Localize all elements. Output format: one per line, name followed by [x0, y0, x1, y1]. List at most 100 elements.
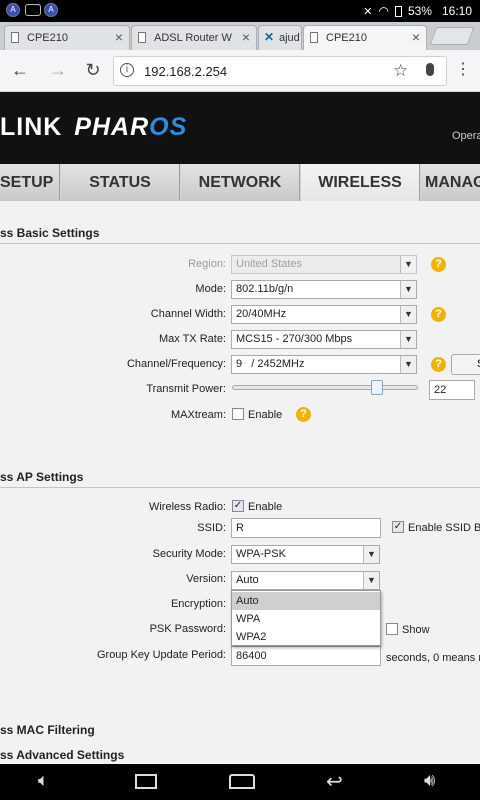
channel-width-value: 20/40MHz	[236, 308, 287, 320]
close-icon[interactable]: ×	[412, 29, 420, 45]
menu-icon[interactable]: ⋮	[452, 59, 474, 81]
recent-apps-icon[interactable]	[135, 774, 157, 789]
section-title-mac-filtering[interactable]: ss MAC Filtering	[0, 723, 95, 737]
group-key-input[interactable]: 86400	[231, 646, 381, 666]
tx-power-slider-handle[interactable]	[371, 380, 384, 395]
max-tx-select[interactable]: MCS15 - 270/300 Mbps ▼	[231, 330, 417, 349]
group-key-suffix: seconds, 0 means n	[386, 652, 480, 664]
divider	[0, 487, 480, 488]
volume-down-icon[interactable]: 🔈︎	[38, 770, 49, 791]
back-nav-icon[interactable]: ↩	[326, 769, 343, 794]
max-tx-label: Max TX Rate:	[158, 333, 226, 345]
wireless-radio-label: Wireless Radio:	[148, 501, 226, 513]
chevron-down-icon: ▼	[400, 306, 416, 323]
dropdown-option-wpa[interactable]: WPA	[232, 610, 380, 628]
tab-title: CPE210	[27, 32, 68, 44]
back-icon[interactable]: ←	[9, 59, 31, 81]
info-icon[interactable]: i	[120, 63, 134, 77]
max-tx-value: MCS15 - 270/300 Mbps	[236, 333, 353, 345]
browser-tab[interactable]: ✕ ajud	[258, 25, 302, 50]
app-notification-icon: A	[6, 3, 20, 17]
star-icon[interactable]: ☆	[393, 61, 408, 81]
survey-button[interactable]: S	[451, 354, 480, 375]
dropdown-option-auto[interactable]: Auto	[232, 592, 380, 610]
help-icon[interactable]: ?	[296, 407, 311, 422]
version-value: Auto	[236, 574, 259, 586]
home-icon[interactable]	[229, 774, 255, 789]
logo-link-text: LINK	[0, 113, 63, 141]
tab-status[interactable]: STATUS	[61, 164, 180, 201]
region-select: United States ▼	[231, 255, 417, 274]
wifi-icon: ◠	[378, 4, 389, 18]
browser-tab-active[interactable]: CPE210 ×	[303, 25, 427, 50]
section-title-basic: ss Basic Settings	[0, 226, 100, 240]
maxtream-label: MAXtream:	[170, 409, 226, 421]
dropdown-option-wpa2[interactable]: WPA2	[232, 628, 380, 646]
browser-tab[interactable]: ADSL Router W ×	[131, 25, 257, 50]
tab-favicon-icon: ✕	[264, 30, 275, 44]
battery-icon	[394, 5, 402, 17]
version-select[interactable]: Auto ▼	[231, 571, 380, 590]
mode-select[interactable]: 802.11b/g/n ▼	[231, 280, 417, 299]
wireless-radio-checkbox[interactable]: ✓	[232, 500, 244, 512]
channel-width-select[interactable]: 20/40MHz ▼	[231, 305, 417, 324]
tab-wireless[interactable]: WIRELESS	[301, 164, 420, 201]
security-mode-select[interactable]: WPA-PSK ▼	[231, 545, 380, 564]
status-right: ✕ ◠ 53% 16:10	[363, 3, 472, 19]
page-icon	[138, 32, 146, 43]
ssid-input[interactable]: R	[231, 518, 381, 538]
chevron-down-icon: ▼	[400, 356, 416, 373]
region-value: United States	[236, 258, 303, 270]
version-label: Version:	[186, 573, 226, 585]
channel-value: 9 / 2452MHz	[236, 358, 305, 370]
help-icon[interactable]: ?	[431, 357, 446, 372]
psk-show-text: Show	[402, 624, 430, 636]
browser-tab[interactable]: CPE210 ×	[4, 25, 130, 50]
tab-network[interactable]: NETWORK	[181, 164, 300, 201]
encryption-label: Encryption:	[170, 598, 226, 610]
section-title-advanced[interactable]: ss Advanced Settings	[0, 748, 124, 762]
close-icon[interactable]: ×	[242, 29, 250, 45]
channel-select[interactable]: 9 / 2452MHz ▼	[231, 355, 417, 374]
version-dropdown-list: Auto WPA WPA2	[231, 590, 381, 646]
logo-os-text: OS	[149, 113, 188, 141]
mic-icon[interactable]	[426, 63, 434, 76]
tx-power-input[interactable]: 22	[429, 380, 475, 400]
logo-pharos-text: PHAR	[74, 113, 150, 141]
section-title-ap: ss AP Settings	[0, 470, 84, 484]
page-header: LINK PHAROS Opera	[0, 92, 480, 164]
clock: 16:10	[441, 4, 472, 18]
ssid-broadcast-text: Enable SSID Br	[408, 522, 480, 534]
reload-icon[interactable]: ↻	[82, 59, 104, 81]
tab-title: CPE210	[326, 32, 367, 44]
ssid-broadcast-checkbox[interactable]: ✓	[392, 521, 404, 533]
volume-up-icon[interactable]: 🔊︎	[424, 770, 435, 791]
psk-show-checkbox[interactable]	[386, 623, 398, 635]
maxtream-enable-text: Enable	[248, 409, 283, 421]
address-bar: ← → ↻ i 192.168.2.254 ☆ ⋮	[0, 50, 480, 92]
status-bar: A A ✕ ◠ 53% 16:10	[0, 0, 480, 22]
url-field[interactable]: i 192.168.2.254 ☆	[113, 56, 447, 86]
maxtream-checkbox[interactable]	[232, 408, 244, 420]
browser-tab-strip: CPE210 × ADSL Router W × ✕ ajud CPE210 ×	[0, 22, 480, 50]
tab-setup[interactable]: SETUP	[0, 164, 60, 201]
battery-percent: 53%	[407, 4, 432, 18]
help-icon[interactable]: ?	[431, 257, 446, 272]
page-icon	[310, 32, 318, 43]
help-icon[interactable]: ?	[431, 307, 446, 322]
channel-width-label: Channel Width:	[150, 308, 226, 320]
new-tab-button[interactable]	[429, 27, 475, 45]
tab-title: ADSL Router W	[154, 32, 232, 44]
tx-power-slider[interactable]	[232, 385, 418, 390]
logo: LINK PHAROS	[0, 113, 187, 142]
url-text: 192.168.2.254	[144, 64, 228, 79]
close-icon[interactable]: ×	[115, 29, 123, 45]
wireless-radio-enable-text: Enable	[248, 501, 283, 513]
tab-management[interactable]: MANAG	[421, 164, 480, 201]
divider	[0, 243, 480, 244]
main-nav: SETUP STATUS NETWORK WIRELESS MANAG	[0, 164, 480, 201]
tx-power-label: Transmit Power:	[146, 383, 226, 395]
chevron-down-icon: ▼	[400, 281, 416, 298]
forward-icon[interactable]: →	[47, 59, 69, 81]
tab-title: ajud	[279, 32, 300, 44]
